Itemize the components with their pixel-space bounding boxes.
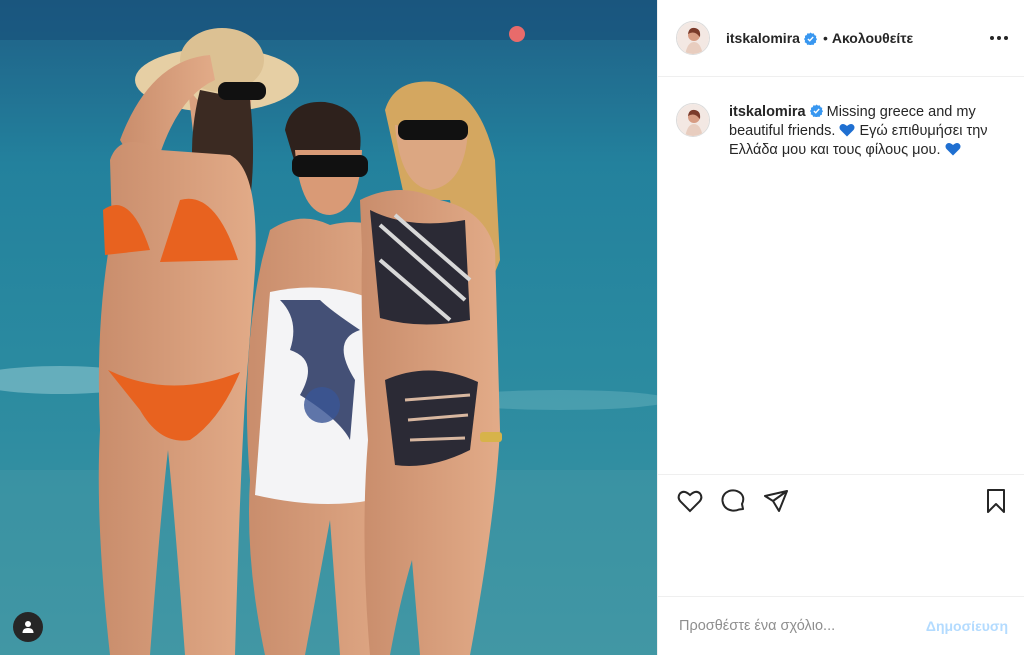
following-status-button[interactable]: Ακολουθείτε — [832, 30, 913, 46]
comment-bar: Δημοσίευση — [658, 596, 1024, 655]
caption-username-link[interactable]: itskalomira — [729, 104, 806, 120]
avatar-image — [677, 22, 709, 54]
verified-badge-icon — [803, 31, 817, 45]
beach-photo-illustration — [0, 0, 657, 655]
avatar[interactable] — [676, 21, 710, 55]
comment-input[interactable] — [677, 617, 926, 635]
user-tag-icon — [22, 621, 34, 633]
verified-badge-icon — [809, 104, 823, 117]
avatar-image — [677, 104, 709, 136]
post-caption: itskalomira Missing greece and my beauti… — [658, 77, 1024, 160]
post-actions — [658, 474, 1024, 526]
post-comment-button[interactable]: Δημοσίευση — [926, 618, 1008, 634]
comment-icon[interactable] — [719, 487, 747, 515]
instagram-post: itskalomira • Ακολουθείτε itskalomira Mi… — [0, 0, 1024, 655]
like-icon[interactable] — [676, 487, 704, 515]
save-icon[interactable] — [982, 487, 1010, 515]
post-header: itskalomira • Ακολουθείτε — [658, 0, 1024, 77]
post-sidebar: itskalomira • Ακολουθείτε itskalomira Mi… — [657, 0, 1024, 655]
username-link[interactable]: itskalomira — [726, 30, 800, 46]
caption-text: itskalomira Missing greece and my beauti… — [729, 103, 994, 160]
more-options-icon[interactable] — [990, 30, 1008, 46]
blue-heart-icon — [839, 123, 855, 137]
follow-separator: • — [822, 30, 828, 46]
blue-heart-icon — [945, 142, 961, 156]
post-photo[interactable] — [0, 0, 657, 655]
share-icon[interactable] — [762, 487, 790, 515]
user-tag-button[interactable] — [13, 612, 43, 642]
caption-avatar[interactable] — [676, 103, 710, 137]
